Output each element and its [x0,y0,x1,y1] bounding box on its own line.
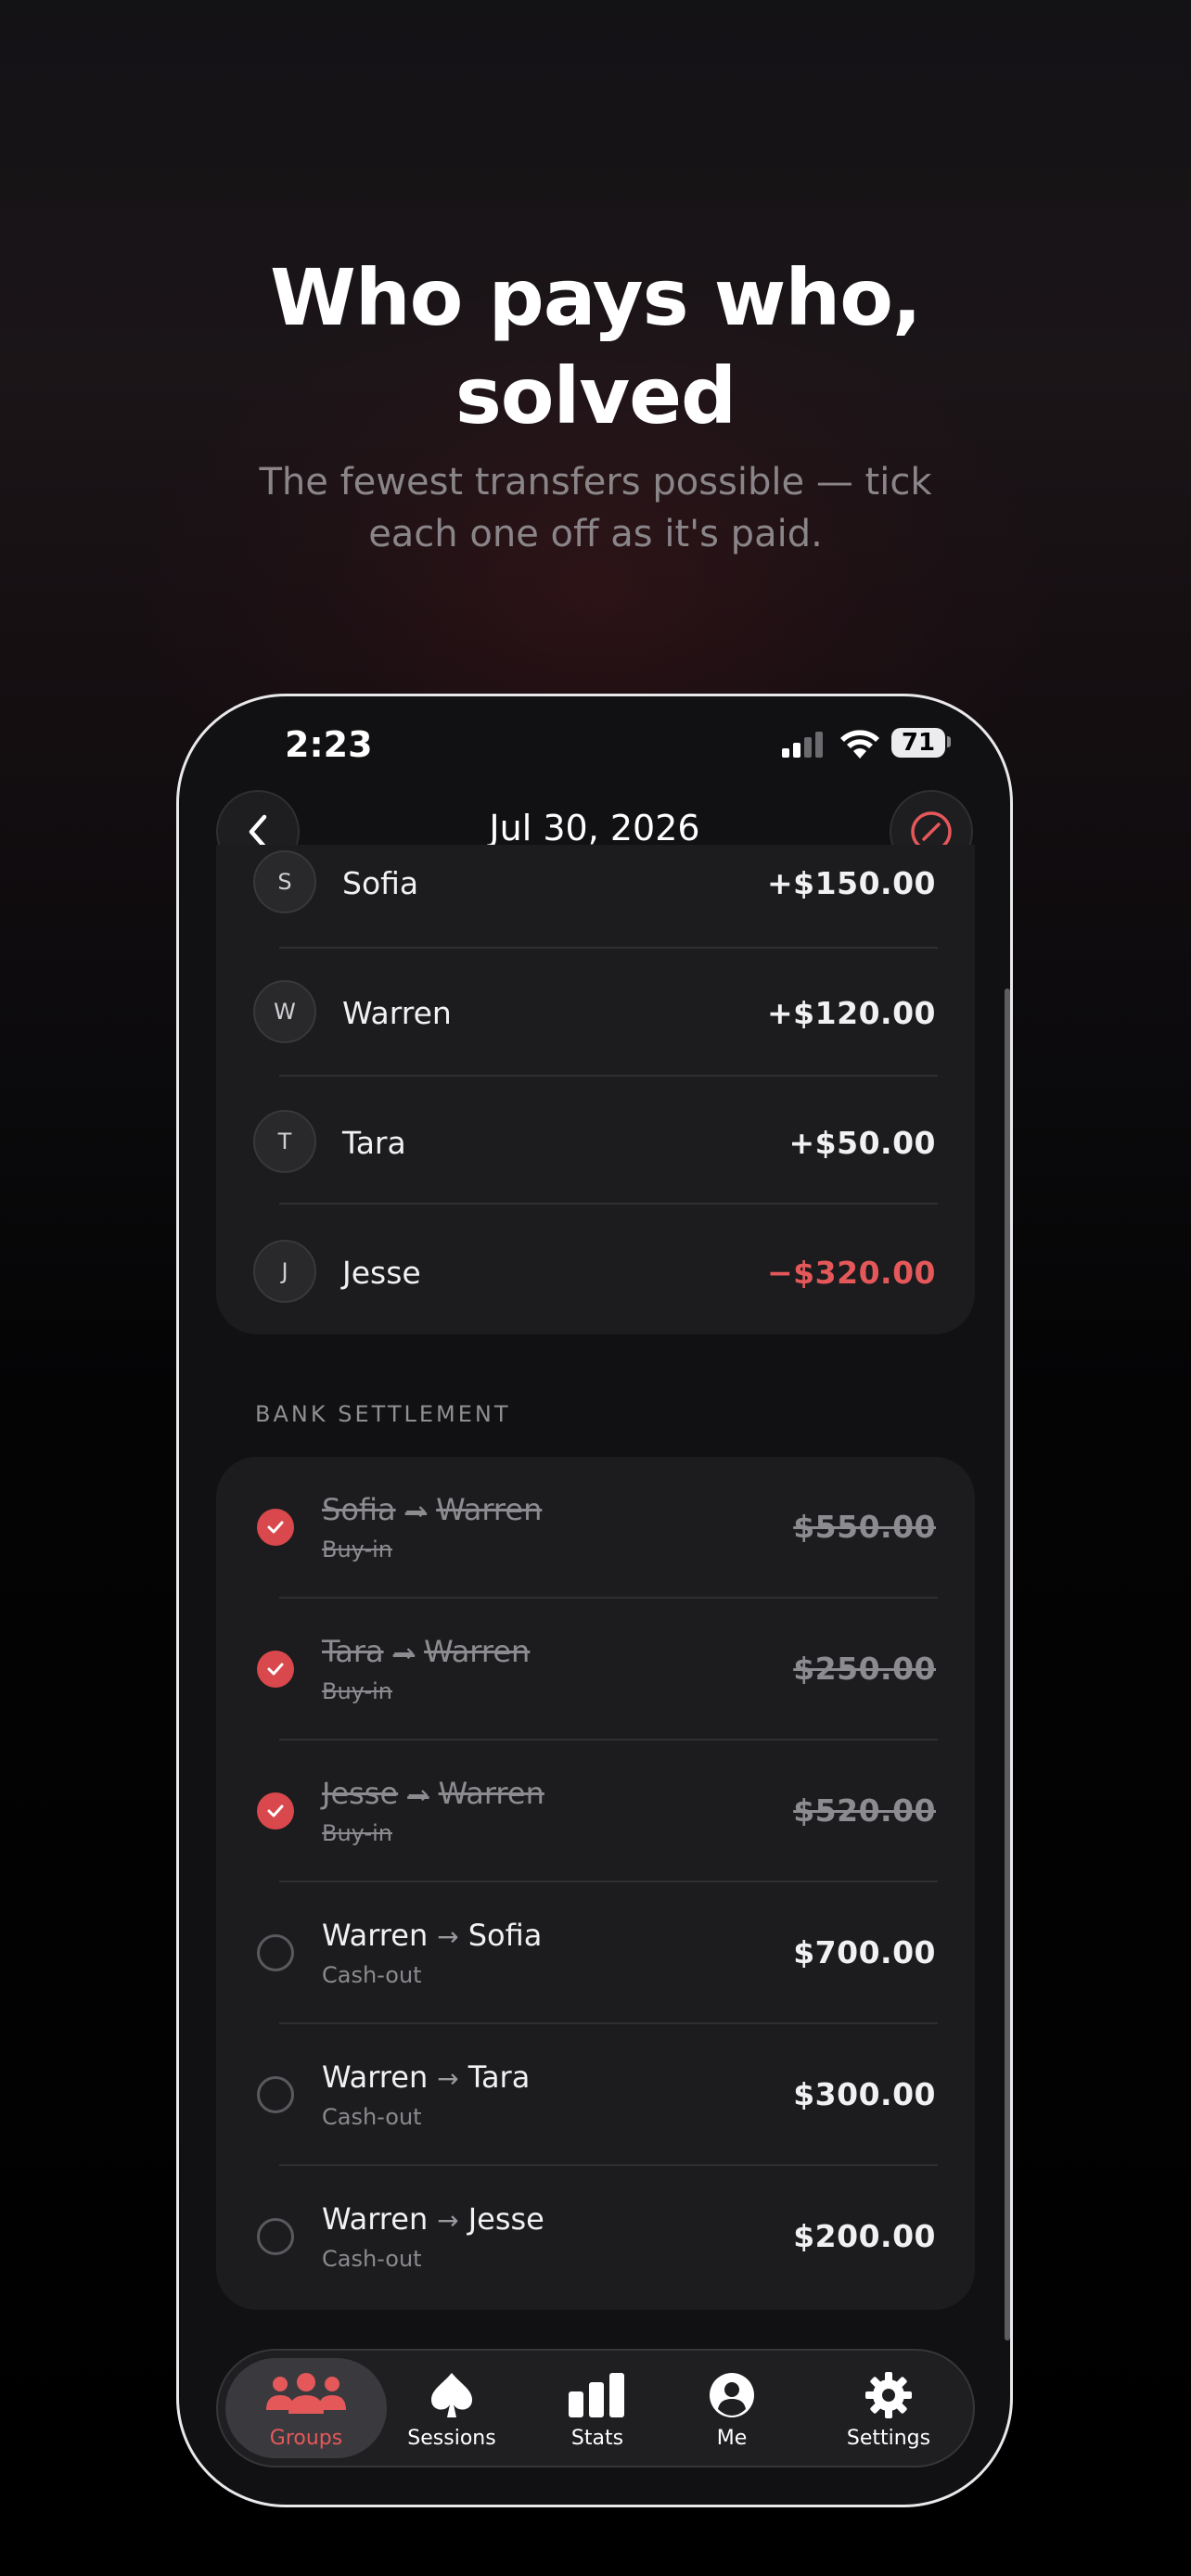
section-label: BANK SETTLEMENT [255,1401,511,1427]
tab-bar: Groups Sessions Stats Me Settings [216,2349,975,2468]
avatar: T [253,1110,316,1173]
settlement-row[interactable]: Jesse → Warren Buy-in $520.00 [216,1741,975,1882]
from-name: Warren [322,2060,429,2095]
checkmark-icon[interactable] [257,1792,294,1830]
hero-subtitle: The fewest transfers possible — tick eac… [0,456,1191,560]
transfer-parties: Warren → Sofia [322,1918,542,1953]
gear-icon [808,2371,969,2419]
balance-row: S Sofia +$150.00 [216,845,975,949]
transfer-parties: Warren → Jesse [322,2201,544,2237]
checkmark-icon[interactable] [257,1509,294,1546]
from-name: Tara [322,1634,384,1669]
transfer-type: Buy-in [322,1678,392,1704]
cellular-signal-icon [782,732,823,758]
from-name: Warren [322,2201,429,2237]
scrollbar[interactable] [1005,988,1010,2340]
balance-amount: +$150.00 [767,865,936,901]
arrow-right-icon: → [404,1496,428,1526]
arrow-right-icon: → [407,1779,429,1810]
checkmark-icon[interactable] [257,1651,294,1688]
settlement-row[interactable]: Warren → Jesse Cash-out $200.00 [216,2166,975,2308]
hero-title: Who pays who, solved [0,249,1191,445]
balance-amount: +$50.00 [788,1125,936,1161]
transfer-amount: $200.00 [793,2218,936,2254]
avatar: J [253,1240,316,1303]
arrow-right-icon: → [437,1921,459,1952]
status-bar: 2:23 71 [179,696,1010,798]
transfer-amount: $550.00 [793,1509,936,1545]
tab-label: Sessions [407,2427,496,2450]
balances-card: S Sofia +$150.00 W Warren +$120.00 T Tar… [216,845,975,1334]
transfer-parties: Warren → Tara [322,2060,530,2095]
phone-frame: 2:23 71 Jul 30, 2026 S Sofia +$150.00 W … [176,694,1013,2507]
empty-circle-icon[interactable] [257,1934,294,1971]
tab-settings[interactable]: Settings [808,2358,969,2458]
balance-row: T Tara +$50.00 [216,1077,975,1205]
from-name: Sofia [322,1492,396,1527]
wifi-icon [840,730,879,759]
transfer-type: Cash-out [322,1962,422,1988]
tab-label: Stats [570,2427,624,2450]
tab-label: Settings [846,2427,931,2450]
balance-name: Warren [342,995,452,1031]
from-name: Warren [322,1918,429,1953]
balance-name: Tara [342,1125,406,1161]
hero-subtitle-line1: The fewest transfers possible — tick [259,461,932,504]
battery-nub [947,736,951,747]
divider [279,1203,938,1205]
tab-stats[interactable]: Stats [517,2358,678,2458]
from-name: Jesse [322,1776,399,1811]
nav-title: Jul 30, 2026 [489,808,700,848]
transfer-amount: $520.00 [793,1792,936,1829]
empty-circle-icon[interactable] [257,2076,294,2113]
settlement-card: Sofia → Warren Buy-in $550.00 Tara → Warren … [216,1457,975,2310]
transfer-amount: $250.00 [793,1651,936,1687]
hero-subtitle-line2: each one off as it's paid. [368,513,823,555]
to-name: Warren [438,1776,544,1811]
avatar: W [253,980,316,1043]
settlement-row[interactable]: Sofia → Warren Buy-in $550.00 [216,1457,975,1599]
status-time: 2:23 [285,724,373,765]
arrow-right-icon: → [437,2205,459,2236]
balance-name: Sofia [342,865,419,901]
hero-title-line1: Who pays who, [270,252,922,343]
to-name: Sofia [467,1918,543,1953]
transfer-type: Buy-in [322,1537,392,1562]
settlement-row[interactable]: Tara → Warren Buy-in $250.00 [216,1599,975,1741]
transfer-type: Cash-out [322,2246,422,2272]
battery-indicator: 71 [891,728,945,758]
empty-circle-icon[interactable] [257,2218,294,2255]
to-name: Jesse [467,2201,544,2237]
balance-row: W Warren +$120.00 [216,949,975,1077]
transfer-amount: $700.00 [793,1934,936,1970]
to-name: Tara [467,2060,531,2095]
settlement-row[interactable]: Warren → Sofia Cash-out $700.00 [216,1882,975,2024]
tab-label: Groups [269,2427,343,2450]
settlement-row[interactable]: Warren → Tara Cash-out $300.00 [216,2024,975,2166]
tab-groups[interactable]: Groups [225,2358,387,2458]
tab-sessions[interactable]: Sessions [371,2358,532,2458]
bar-chart-icon [517,2371,678,2419]
transfer-type: Cash-out [322,2104,422,2130]
transfer-parties: Sofia → Warren [322,1492,542,1527]
tab-me[interactable]: Me [662,2358,801,2458]
to-name: Warren [436,1492,543,1527]
arrow-right-icon: → [437,2063,459,2094]
tab-label: Me [716,2427,748,2450]
people-icon [225,2371,387,2419]
transfer-parties: Jesse → Warren [322,1776,544,1811]
balance-amount: +$120.00 [767,995,936,1031]
balance-name: Jesse [342,1255,421,1291]
transfer-type: Buy-in [322,1820,392,1846]
transfer-parties: Tara → Warren [322,1634,530,1669]
person-circle-icon [662,2371,801,2419]
hero-title-line2: solved [455,351,736,441]
balance-amount: −$320.00 [767,1255,936,1291]
arrow-right-icon: → [392,1638,416,1668]
transfer-amount: $300.00 [793,2076,936,2112]
spade-icon [371,2371,532,2419]
avatar: S [253,850,316,913]
to-name: Warren [424,1634,531,1669]
balance-row: J Jesse −$320.00 [216,1206,975,1334]
